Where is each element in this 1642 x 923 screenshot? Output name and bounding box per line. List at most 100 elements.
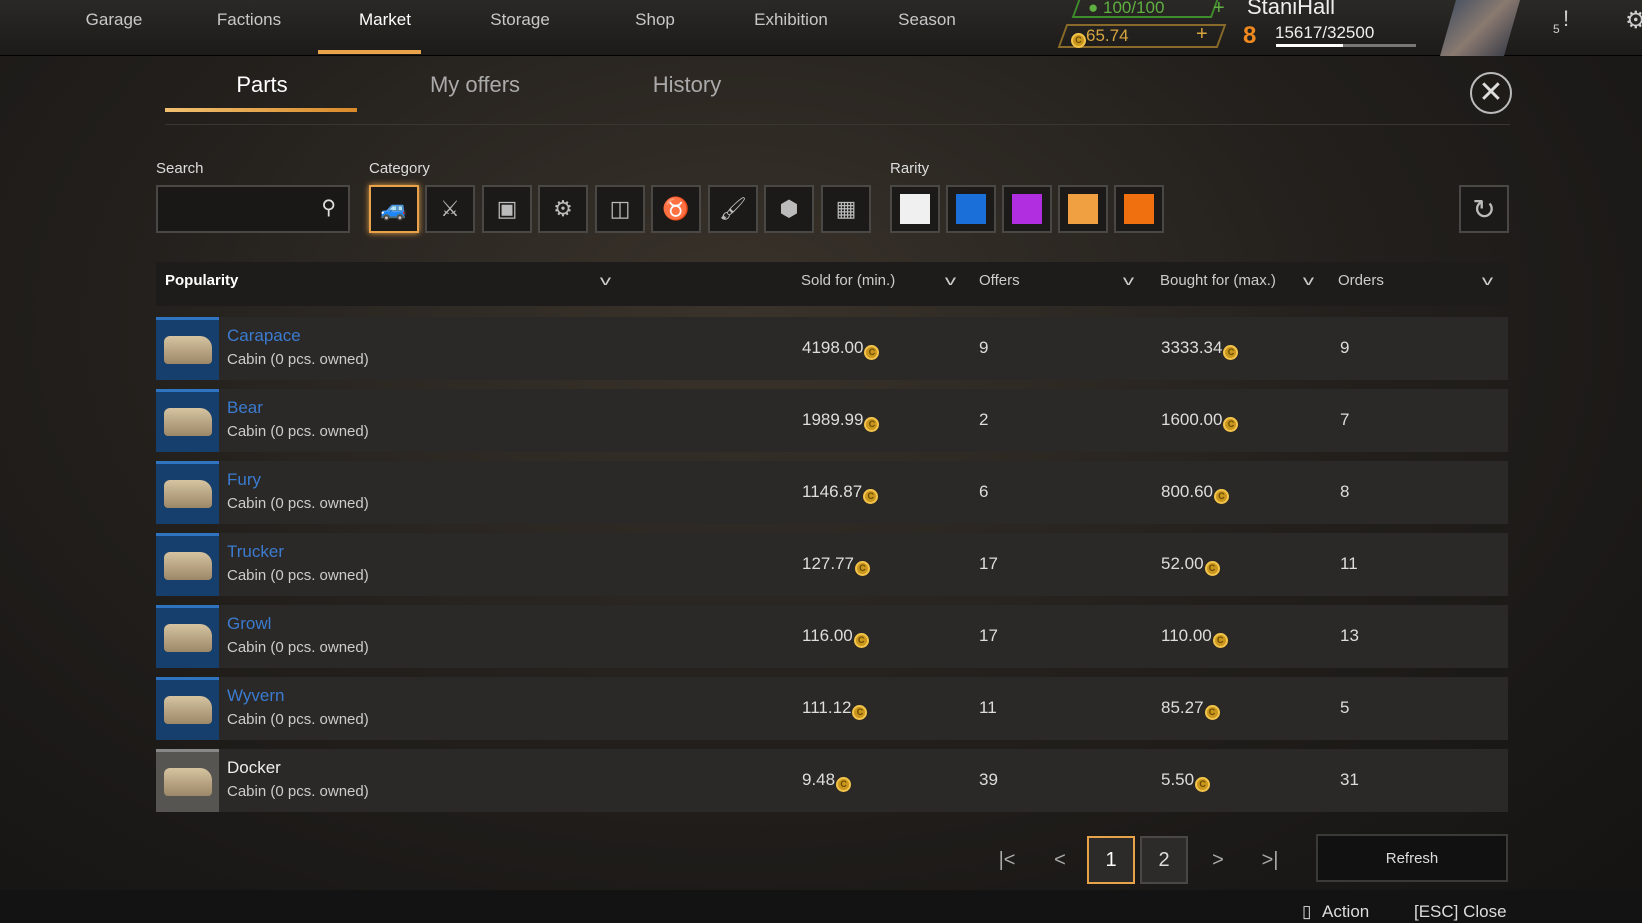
part-name[interactable]: Carapace <box>227 326 301 346</box>
part-thumbnail <box>156 461 219 524</box>
category-frame-icon[interactable]: ◫ <box>595 185 645 233</box>
tab-parts[interactable]: Parts <box>236 72 287 98</box>
xp-bar <box>1276 44 1416 47</box>
settings-gear-icon[interactable]: ⚙ <box>1625 6 1642 35</box>
sort-dropdown[interactable]: Popularity <box>165 272 238 289</box>
cabin-image <box>163 624 212 652</box>
chevron-down-icon[interactable]: v <box>1123 272 1134 288</box>
nav-tab-factions[interactable]: Factions <box>217 10 281 30</box>
part-subtitle: Cabin (0 pcs. owned) <box>227 495 369 512</box>
alert-icon[interactable]: ! <box>1563 6 1569 32</box>
part-name[interactable]: Fury <box>227 470 261 490</box>
table-row[interactable]: Growl Cabin (0 pcs. owned) 116.00 C 17 11… <box>156 605 1508 668</box>
column-bought[interactable]: Bought for (max.) <box>1160 272 1276 289</box>
category-wheel-icon[interactable]: ⚙ <box>538 185 588 233</box>
bought-value: 5.50 <box>1161 770 1195 789</box>
player-level: 8 <box>1243 22 1257 49</box>
refresh-button[interactable]: Refresh <box>1316 834 1508 882</box>
bought-price: 85.27 C <box>1161 698 1220 720</box>
sold-value: 1989.99 <box>802 410 864 429</box>
part-name[interactable]: Trucker <box>227 542 284 562</box>
tab-my-offers[interactable]: My offers <box>430 72 520 98</box>
add-coins-button[interactable]: + <box>1196 23 1208 46</box>
column-offers[interactable]: Offers <box>979 272 1020 289</box>
coin-icon: C <box>863 489 879 504</box>
nav-tab-market[interactable]: Market <box>359 10 411 30</box>
nav-tab-storage[interactable]: Storage <box>490 10 550 30</box>
reset-filters-icon[interactable]: ↻ <box>1459 185 1509 233</box>
nav-tab-exhibition[interactable]: Exhibition <box>754 10 828 30</box>
orders-count: 31 <box>1340 770 1359 789</box>
close-icon[interactable]: ✕ <box>1470 72 1512 114</box>
category-weapon-icon[interactable]: ⚔ <box>425 185 475 233</box>
sold-price: 111.12 C <box>802 698 868 720</box>
chevron-down-icon[interactable]: v <box>600 272 611 288</box>
part-subtitle: Cabin (0 pcs. owned) <box>227 711 369 728</box>
table-row[interactable]: Trucker Cabin (0 pcs. owned) 127.77 C 17 … <box>156 533 1508 596</box>
nav-tab-shop[interactable]: Shop <box>635 10 675 30</box>
first-page-button[interactable]: |< <box>983 836 1031 884</box>
table-row[interactable]: Carapace Cabin (0 pcs. owned) 4198.00 C 9… <box>156 317 1508 380</box>
search-input[interactable]: ⚲ <box>156 185 350 233</box>
coin-icon: C <box>852 705 868 720</box>
bought-price: 1600.00 C <box>1161 410 1239 432</box>
rarity-swatch <box>900 194 930 224</box>
add-fuel-button[interactable]: + <box>1213 0 1225 20</box>
fuel-value: ● 100/100 <box>1088 0 1165 17</box>
page-1-button[interactable]: 1 <box>1087 836 1135 884</box>
coin-icon: C <box>855 561 870 576</box>
category-module-icon[interactable]: ▣ <box>482 185 532 233</box>
category-decor-icon[interactable]: ♉ <box>651 185 701 233</box>
tab-history[interactable]: History <box>653 72 721 98</box>
category-label: Category <box>369 160 430 177</box>
category-cabin-icon[interactable]: 🚙 <box>369 185 419 233</box>
table-row[interactable]: Fury Cabin (0 pcs. owned) 1146.87 C 6 800… <box>156 461 1508 524</box>
prev-page-button[interactable]: < <box>1036 836 1084 884</box>
rarity-epic[interactable] <box>1002 185 1052 233</box>
coin-icon: C <box>836 777 852 792</box>
rarity-swatch <box>1012 194 1042 224</box>
category-paint-icon[interactable]: 🖌 <box>708 185 758 233</box>
category-hardware-icon[interactable]: ⬢ <box>764 185 814 233</box>
part-name[interactable]: Wyvern <box>227 686 284 706</box>
table-row[interactable]: Docker Cabin (0 pcs. owned) 9.48 C 39 5.5… <box>156 749 1508 812</box>
rarity-rare[interactable] <box>946 185 996 233</box>
bought-price: 52.00 C <box>1161 554 1220 576</box>
part-subtitle: Cabin (0 pcs. owned) <box>227 351 369 368</box>
column-orders[interactable]: Orders <box>1338 272 1384 289</box>
offers-count: 11 <box>979 698 997 717</box>
search-icon[interactable]: ⚲ <box>321 195 336 220</box>
part-name[interactable]: Docker <box>227 758 281 778</box>
sold-value: 127.77 <box>802 554 854 573</box>
part-name[interactable]: Bear <box>227 398 263 418</box>
active-subtab-indicator <box>165 108 357 112</box>
sold-value: 116.00 <box>802 626 853 645</box>
chevron-down-icon[interactable]: v <box>1303 272 1314 288</box>
chevron-down-icon[interactable]: v <box>1482 272 1493 288</box>
cabin-image <box>163 480 212 508</box>
part-thumbnail <box>156 677 219 740</box>
coin-icon: C <box>1195 777 1211 792</box>
page-2-button[interactable]: 2 <box>1140 836 1188 884</box>
nav-tab-garage[interactable]: Garage <box>86 10 143 30</box>
search-label: Search <box>156 160 204 177</box>
rarity-relic[interactable] <box>1114 185 1164 233</box>
rarity-swatch <box>1068 194 1098 224</box>
nav-tab-season[interactable]: Season <box>898 10 956 30</box>
coin-icon: C <box>1214 489 1229 504</box>
xp-text: 15617/32500 <box>1275 23 1375 42</box>
last-page-button[interactable]: >| <box>1246 836 1294 884</box>
rarity-legendary[interactable] <box>1058 185 1108 233</box>
column-sold[interactable]: Sold for (min.) <box>801 272 895 289</box>
next-page-button[interactable]: > <box>1194 836 1242 884</box>
category-grid-icon[interactable]: ▦ <box>821 185 871 233</box>
part-name[interactable]: Growl <box>227 614 271 634</box>
rarity-common[interactable] <box>890 185 940 233</box>
avatar[interactable] <box>1440 0 1520 56</box>
orders-count: 7 <box>1340 410 1350 429</box>
footer-bar <box>0 890 1642 923</box>
chevron-down-icon[interactable]: v <box>945 272 956 288</box>
table-row[interactable]: Wyvern Cabin (0 pcs. owned) 111.12 C 11 8… <box>156 677 1508 740</box>
table-row[interactable]: Bear Cabin (0 pcs. owned) 1989.99 C 2 160… <box>156 389 1508 452</box>
close-hint[interactable]: [ESC] Close <box>1414 902 1507 922</box>
